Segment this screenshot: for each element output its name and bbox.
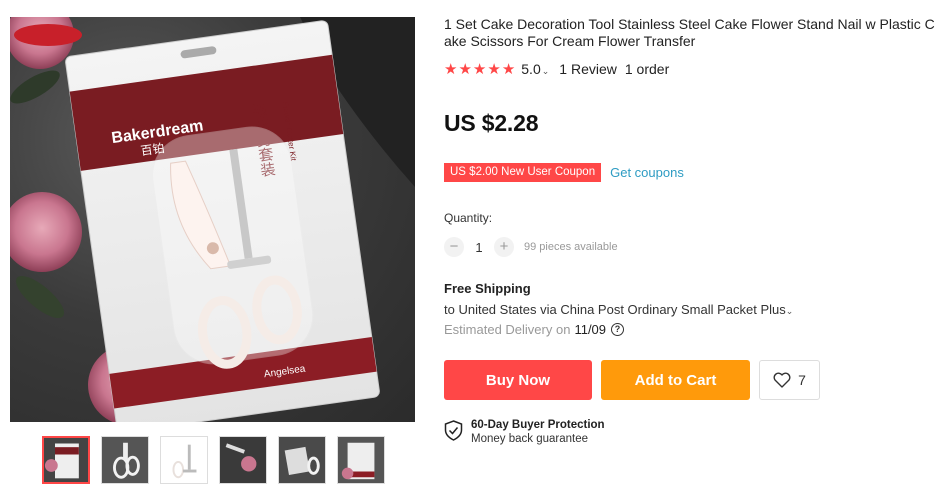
product-info: 1 Set Cake Decoration Tool Stainless Ste…	[444, 16, 940, 445]
thumbnail-1[interactable]	[42, 436, 90, 484]
rating-value: 5.0	[521, 61, 541, 77]
thumbnail-strip	[42, 436, 385, 484]
orders-count: 1 order	[624, 61, 670, 77]
wishlist-count: 7	[798, 372, 806, 388]
quantity-increase-button[interactable]: +	[494, 237, 514, 257]
new-user-coupon-badge[interactable]: US $2.00 New User Coupon	[444, 163, 606, 182]
main-product-image[interactable]: Bakerdream 百铂 Angelsea 裱花剪套装 Flower Cutt…	[10, 17, 415, 422]
chevron-down-icon: ⌄	[785, 306, 794, 316]
quantity-decrease-button[interactable]: −	[444, 237, 464, 257]
protection-subtitle: Money back guarantee	[471, 433, 588, 445]
add-to-cart-button[interactable]: Add to Cart	[601, 360, 750, 400]
rating-row: ★ ★ ★ ★ ★ 5.0⌄ 1 Review 1 order	[444, 61, 940, 77]
thumbnail-3[interactable]	[160, 436, 208, 484]
pieces-available: 99 pieces available	[524, 241, 618, 253]
delivery-date: 11/09	[574, 322, 607, 337]
star-icon: ★	[444, 60, 458, 78]
shipping-method-selector[interactable]: to United States via China Post Ordinary…	[444, 302, 793, 317]
quantity-input[interactable]: 1	[464, 240, 494, 255]
star-icon: ★	[501, 60, 516, 78]
chevron-down-icon: ⌄	[541, 66, 550, 76]
star-icon: ★	[472, 60, 487, 78]
reviews-link[interactable]: 1 Review	[559, 61, 617, 77]
quantity-stepper: − 1 + 99 pieces available	[444, 237, 618, 257]
rating-value-dropdown[interactable]: 5.0⌄	[521, 61, 549, 77]
delivery-label: Estimated Delivery on	[444, 322, 571, 337]
shield-check-icon	[444, 420, 463, 441]
product-price: US $2.28	[444, 110, 539, 136]
buy-now-button[interactable]: Buy Now	[444, 360, 592, 400]
free-shipping-title: Free Shipping	[444, 281, 531, 296]
action-buttons: Buy Now Add to Cart 7	[444, 360, 820, 400]
protection-title: 60-Day Buyer Protection	[471, 419, 605, 431]
help-icon[interactable]: ?	[611, 323, 625, 336]
thumbnail-4[interactable]	[219, 436, 267, 484]
estimated-delivery: Estimated Delivery on 11/09 ?	[444, 322, 625, 337]
rating-stars: ★ ★ ★ ★ ★	[444, 62, 515, 77]
quantity-label: Quantity:	[444, 211, 493, 225]
product-title: 1 Set Cake Decoration Tool Stainless Ste…	[444, 16, 935, 49]
heart-icon	[773, 372, 791, 388]
star-icon: ★	[458, 60, 472, 78]
shipping-method-text: to United States via China Post Ordinary…	[444, 302, 786, 317]
thumbnail-5[interactable]	[278, 436, 326, 484]
coupon-row: US $2.00 New User Coupon Get coupons	[444, 163, 684, 182]
star-icon: ★	[487, 60, 501, 78]
wishlist-button[interactable]: 7	[759, 360, 820, 400]
get-coupons-link[interactable]: Get coupons	[610, 165, 684, 180]
thumbnail-2[interactable]	[101, 436, 149, 484]
buyer-protection: 60-Day Buyer Protection Money back guara…	[444, 418, 605, 447]
thumbnail-6[interactable]	[337, 436, 385, 484]
